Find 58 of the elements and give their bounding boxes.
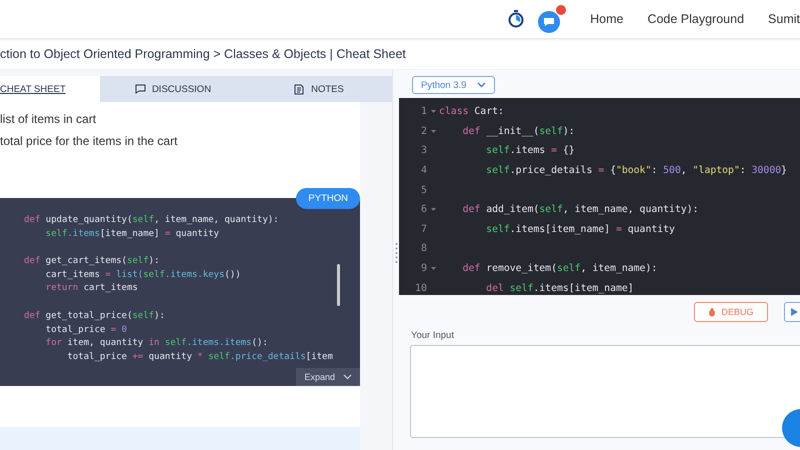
code-line: return cart_items xyxy=(44,282,139,296)
code-line: self.items[item_name] = quantity xyxy=(485,224,675,235)
chat-bubble-icon xyxy=(543,17,556,27)
line-number: 4 xyxy=(420,165,427,176)
line-number: 9 xyxy=(420,263,427,274)
language-badge: PYTHON xyxy=(296,188,360,209)
line-number: 5 xyxy=(420,184,427,196)
input-label: Your Input xyxy=(411,330,455,341)
fold-caret-icon[interactable] xyxy=(430,130,436,133)
bug-icon xyxy=(708,308,716,316)
breadcrumb: ction to Object Oriented Programming > Classes & Objects | Cheat Sheet xyxy=(0,47,406,61)
code-editor[interactable] xyxy=(399,98,800,295)
stopwatch-icon[interactable] xyxy=(508,10,524,28)
code-line: total_price += quantity * self.price_details[item xyxy=(66,350,334,364)
play-icon xyxy=(791,308,798,316)
code-line: def remove_item(self, item_name): xyxy=(462,263,658,274)
expand-button[interactable]: Expand xyxy=(296,368,360,386)
tab[interactable]: DISCUSSION xyxy=(100,76,246,102)
code-line: def add_item(self, item_name, quantity): xyxy=(462,204,699,216)
line-number: 8 xyxy=(420,243,427,254)
drag-handle-icon[interactable] xyxy=(395,242,398,264)
code-line: total_price = 0 xyxy=(44,324,128,336)
chat-button[interactable] xyxy=(538,11,560,33)
content-text: total price for the items in the cart xyxy=(0,133,178,150)
content-text: list of items in cart xyxy=(0,111,98,128)
line-number: 10 xyxy=(414,282,427,294)
code-line: self.items[item_name] = quantity xyxy=(44,228,220,241)
fold-caret-icon[interactable] xyxy=(430,110,436,114)
code-line: class Cart: xyxy=(439,106,504,118)
line-number: 1 xyxy=(420,106,427,118)
code-line: self.price_details = {"book": 500, "laptop": 30000} xyxy=(485,165,788,176)
scrollbar[interactable] xyxy=(337,264,340,306)
tab[interactable]: NOTES xyxy=(246,76,392,102)
code-line: for item, quantity in self.items.items(): xyxy=(44,337,269,350)
code-line: def get_cart_items(self): xyxy=(24,255,160,268)
chevron-down-icon xyxy=(477,82,486,88)
code-line: self.items = {} xyxy=(485,145,575,156)
chevron-down-icon xyxy=(343,374,352,380)
fold-caret-icon[interactable] xyxy=(430,208,436,212)
fold-caret-icon[interactable] xyxy=(430,267,436,270)
code-line: def __init__(self): xyxy=(462,126,575,137)
code-line: def update_quantity(self, item_name, quantity): xyxy=(24,214,280,227)
code-line: def get_total_price(self): xyxy=(24,310,166,323)
nav-link[interactable]: Code Playground xyxy=(647,12,744,26)
speech-bubble-icon xyxy=(134,84,146,94)
notes-icon xyxy=(294,84,306,94)
line-number: 2 xyxy=(420,126,427,137)
language-dropdown[interactable]: Python 3.9 xyxy=(412,76,495,94)
notification-badge xyxy=(556,5,566,15)
line-number: 3 xyxy=(420,145,427,156)
code-line: del self.items[item_name] xyxy=(485,282,634,294)
input-field[interactable] xyxy=(410,345,800,438)
line-number: 6 xyxy=(420,204,427,216)
tab[interactable]: CHEAT SHEET xyxy=(0,76,100,102)
line-number: 7 xyxy=(420,224,427,235)
nav-link[interactable]: Sumit xyxy=(768,12,800,26)
nav-link[interactable]: Home xyxy=(590,12,624,26)
code-line: cart_items = list(self.items.keys()) xyxy=(44,268,242,282)
